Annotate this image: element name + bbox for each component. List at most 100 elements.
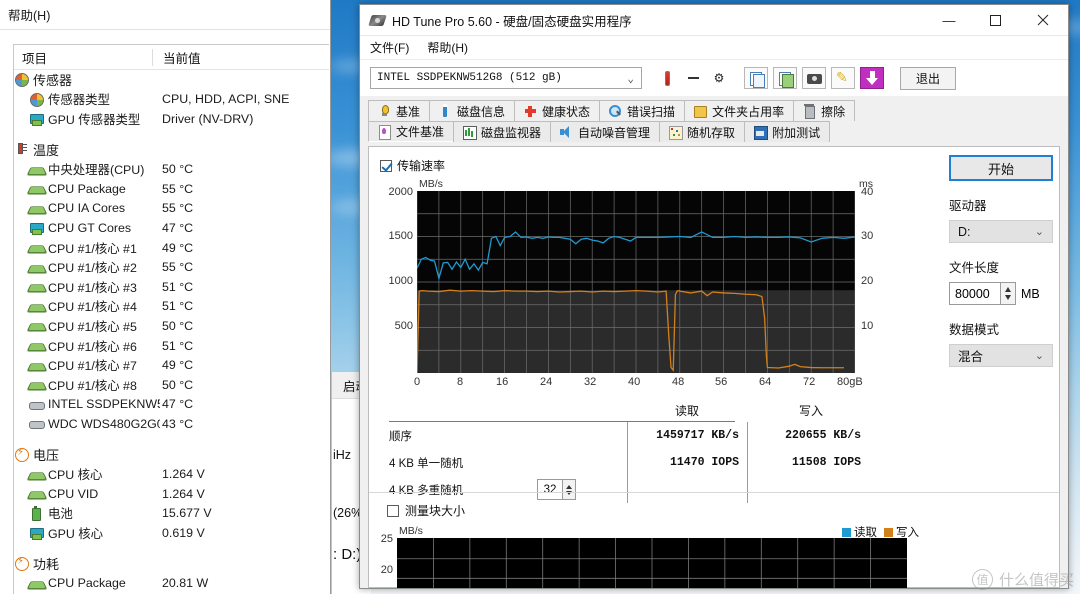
sensor-row[interactable]: CPU #1/核心 #8 50 °C (14, 375, 329, 395)
stepper-arrows[interactable] (563, 479, 576, 500)
sensor-group-1[interactable]: 温度 (14, 140, 329, 160)
y-axis-unit-left-2: MB/s (399, 525, 423, 537)
pattern-label: 数据模式 (949, 323, 1000, 337)
sensor-value: 47 °C (162, 397, 194, 412)
sensor-row[interactable]: GPU 传感器类型 Driver (NV-DRV) (14, 109, 329, 129)
sensor-row[interactable]: CPU #1/核心 #1 49 °C (14, 238, 329, 258)
menu-item-help[interactable]: 帮助(H) (8, 5, 50, 24)
file-benchmark-icon (377, 124, 391, 140)
filelength-input[interactable]: 80000 (949, 282, 1001, 305)
blocksize-checkbox[interactable]: 测量块大小 (387, 502, 465, 519)
tab-folder[interactable]: 文件夹占用率 (684, 100, 795, 121)
minimize-button[interactable]: — (926, 5, 972, 36)
sensor-row[interactable]: CPU #1/核心 #6 51 °C (14, 336, 329, 356)
sensor-value: 49 °C (162, 240, 194, 255)
sensor-group-label: 传感器 (33, 73, 73, 89)
pattern-combo[interactable]: 混合 ⌄ (949, 344, 1053, 367)
sensor-group-0[interactable]: 传感器 (14, 70, 329, 90)
sensor-value: 0.619 V (162, 525, 205, 540)
tab-random[interactable]: 随机存取 (659, 121, 746, 142)
sensor-group-label: 温度 (33, 143, 60, 159)
table-row: 4 KB 多重随机 32 (389, 476, 889, 503)
legend-swatch-write (884, 527, 893, 537)
tab-file-benchmark[interactable]: 文件基准 (368, 121, 455, 142)
close-button[interactable] (1018, 5, 1068, 36)
sensor-row[interactable]: CPU 核心 1.264 V (14, 464, 329, 484)
tab-row-primary: 基准 磁盘信息 健康状态 错误扫描 文件夹占用率 擦除 (368, 100, 1060, 121)
sensor-row[interactable]: GPU 核心 0.619 V (14, 523, 329, 543)
x-tick: 24 (540, 376, 553, 388)
bulb-icon (377, 104, 391, 118)
voltage-icon (14, 555, 29, 571)
sensor-row[interactable]: 传感器类型 CPU, HDD, ACPI, SNE (14, 90, 329, 110)
tab-speaker[interactable]: 自动噪音管理 (550, 121, 661, 142)
sensor-row[interactable]: INTEL SSDPEKNW512G847 °C (14, 395, 329, 415)
tab-trash[interactable]: 擦除 (793, 100, 856, 121)
transfer-rate-checkbox[interactable]: 传输速率 (380, 157, 445, 174)
sensor-value: 15.677 V (162, 506, 212, 521)
sensor-row[interactable]: CPU #1/核心 #2 55 °C (14, 257, 329, 277)
sensor-row[interactable]: CPU #1/核心 #5 50 °C (14, 316, 329, 336)
minus-icon[interactable] (680, 66, 706, 90)
tab-label: 错误扫描 (627, 104, 676, 119)
thermometer-icon[interactable] (654, 66, 680, 90)
tab-extra[interactable]: 附加测试 (744, 121, 831, 142)
table-row: 4 KB 单一随机 11470 IOPS 11508 IOPS (389, 449, 889, 476)
tab-magnifier[interactable]: 错误扫描 (599, 100, 686, 121)
hdtune-titlebar[interactable]: HD Tune Pro 5.60 - 硬盘/固态硬盘实用程序 — (360, 5, 1068, 36)
sensor-row[interactable]: CPU #1/核心 #7 49 °C (14, 355, 329, 375)
gpu-icon (29, 112, 44, 127)
sensor-value: 1.264 V (162, 467, 205, 482)
copy-icon[interactable] (744, 67, 768, 89)
close-icon (1037, 14, 1049, 26)
gear-icon[interactable]: ⚙ (706, 66, 732, 90)
drive-combo[interactable]: D: ⌄ (949, 220, 1053, 243)
sensor-row[interactable]: 中央处理器(CPU) 50 °C (14, 159, 329, 179)
stepper-arrows[interactable] (1001, 282, 1016, 305)
sensor-row[interactable]: CPU #1/核心 #4 51 °C (14, 297, 329, 317)
menu-item-file[interactable]: 文件(F) (370, 39, 409, 56)
hdtune-side-controls: 开始 驱动器 D: ⌄ 文件长度 80000 MB 数据模式 混合 ⌄ (949, 155, 1053, 367)
sensor-group-2[interactable]: 电压 (14, 445, 329, 465)
battery-icon (29, 505, 44, 521)
sensor-row[interactable]: CPU VID 1.264 V (14, 484, 329, 504)
tab-info[interactable]: 磁盘信息 (429, 100, 516, 121)
write-value: 11508 IOPS (747, 449, 875, 476)
sensor-row[interactable]: WDC WDS480G2G0A-00JH3043 °C (14, 414, 329, 434)
sensor-row[interactable]: 电池 15.677 V (14, 503, 329, 523)
chevron-down-icon: ⌄ (627, 74, 634, 86)
queue-depth-stepper[interactable]: 32 (537, 479, 627, 500)
sensor-row[interactable]: CPU GT Cores 47 °C (14, 218, 329, 238)
tab-bulb[interactable]: 基准 (368, 100, 431, 121)
filelength-stepper[interactable]: 80000 MB (949, 282, 1053, 305)
camera-icon[interactable] (802, 67, 826, 89)
tab-bars[interactable]: 磁盘监视器 (453, 121, 552, 142)
download-icon[interactable] (860, 67, 884, 89)
menu-item-help[interactable]: 帮助(H) (427, 39, 468, 56)
start-button[interactable]: 开始 (949, 155, 1053, 181)
sensor-row[interactable]: CPU Package 55 °C (14, 179, 329, 199)
exit-button[interactable]: 退出 (900, 66, 956, 90)
tab-cross[interactable]: 健康状态 (514, 100, 601, 121)
sensor-group-3[interactable]: 功耗 (14, 554, 329, 574)
sensor-list[interactable]: 项目 当前值 传感器 传感器类型 CPU, HDD, ACPI, SNE GPU 传感… (13, 44, 329, 594)
sensor-row[interactable]: CPU #1/核心 #3 51 °C (14, 277, 329, 297)
cpu-icon (29, 468, 44, 481)
sensor-value: 55 °C (162, 201, 194, 216)
x-tick: 40 (628, 376, 641, 388)
drive-select[interactable]: INTEL SSDPEKNW512G8 (512 gB) ⌄ (370, 67, 642, 89)
sensor-label: CPU #1/核心 #7 (48, 359, 137, 374)
x-tick: 16 (496, 376, 509, 388)
sensor-label: CPU Package (48, 181, 126, 196)
thermometer-icon (14, 143, 29, 156)
maximize-button[interactable] (972, 5, 1018, 36)
queue-depth-input[interactable]: 32 (537, 479, 563, 500)
sensor-row[interactable]: CPU Package 20.81 W (14, 573, 329, 593)
sensor-group-label: 电压 (33, 447, 60, 463)
cpu-icon (29, 359, 44, 372)
window-title: HD Tune Pro 5.60 - 硬盘/固态硬盘实用程序 (392, 14, 632, 29)
pencil-icon[interactable] (831, 67, 855, 89)
copy-green-icon[interactable] (773, 67, 797, 89)
sensor-row[interactable]: CPU IA Cores 55 °C (14, 199, 329, 219)
